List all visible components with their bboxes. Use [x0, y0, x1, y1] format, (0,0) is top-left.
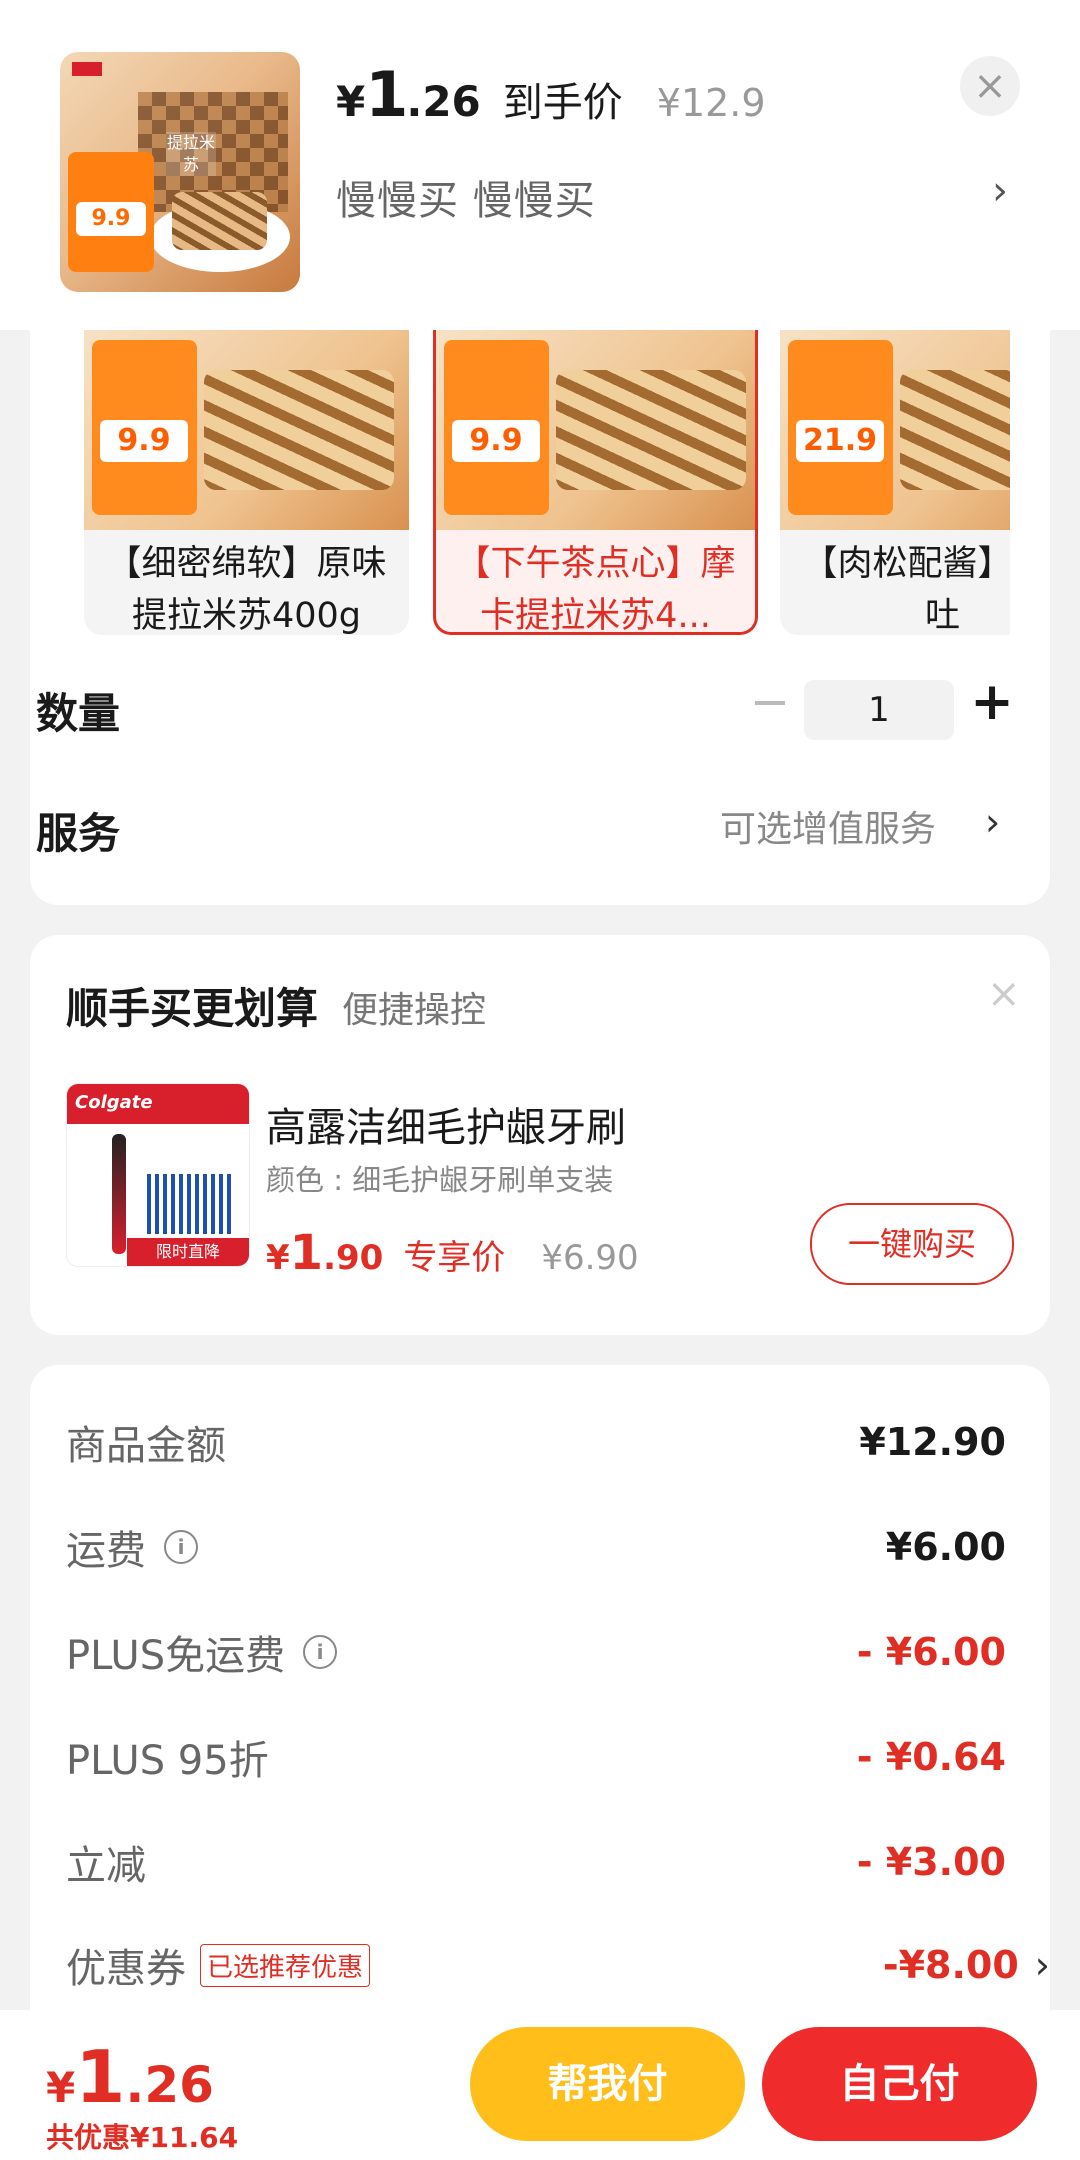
- summary-row: PLUS免运费 i - ¥6.00: [66, 1617, 1006, 1687]
- coupon-row[interactable]: 优惠券 已选推荐优惠 -¥8.00 ›: [66, 1930, 1050, 2000]
- quantity-input[interactable]: 1: [804, 680, 954, 740]
- toothbrush-image: [112, 1134, 126, 1254]
- price-summary-card: 商品金额 ¥12.90 运费 i ¥6.00 PLUS免运费 i - ¥6.00 P…: [30, 1365, 1050, 2015]
- variant-title: 【下午茶点心】摩卡提拉米苏4...: [455, 544, 736, 635]
- bristle-image: [147, 1174, 232, 1234]
- summary-value: ¥12.90: [859, 1420, 1006, 1464]
- summary-label: PLUS 95折: [66, 1738, 269, 1784]
- chevron-right-icon[interactable]: ›: [992, 168, 1008, 214]
- upsell-product-image[interactable]: Colgate 限时直降: [66, 1083, 250, 1267]
- price-integer: 1: [289, 1225, 324, 1281]
- brand-logo: [72, 62, 102, 76]
- variant-promo-price: 9.9: [100, 420, 188, 462]
- upsell-product-name[interactable]: 高露洁细毛护龈牙刷: [266, 1095, 626, 1153]
- variant-title: 【肉松配酱】肉松吐: [802, 544, 1010, 635]
- upsell-subtitle: 便捷操控: [342, 990, 487, 1031]
- info-icon[interactable]: i: [164, 1530, 198, 1564]
- summary-value: - ¥3.00: [856, 1840, 1006, 1884]
- original-price: ¥12.9: [656, 81, 766, 125]
- upsell-product-spec: 颜色 : 细毛护龈牙刷单支装: [266, 1163, 614, 1197]
- variant-image: 21.9: [780, 330, 1010, 530]
- total-savings: 共优惠¥11.64: [46, 2121, 239, 2154]
- one-click-buy-button[interactable]: 一键购买: [810, 1203, 1014, 1285]
- service-value[interactable]: 可选增值服务: [720, 800, 936, 852]
- variant-promo-price: 9.9: [452, 420, 540, 462]
- cake-image: [556, 370, 746, 490]
- currency-symbol: ¥: [336, 77, 366, 126]
- quantity-label: 数量: [36, 688, 121, 738]
- variant-image: 9.9: [84, 330, 409, 530]
- info-icon[interactable]: i: [303, 1635, 338, 1669]
- brand-logo: Colgate: [75, 1092, 153, 1113]
- upsell-title: 顺手买更划算: [66, 984, 319, 1033]
- variant-image: 9.9: [436, 330, 755, 530]
- price-decimal: .26: [406, 77, 481, 126]
- promo-price: 9.9: [76, 202, 146, 236]
- summary-value: - ¥6.00: [856, 1630, 1006, 1674]
- total-price: ¥ 1 .26: [46, 2035, 214, 2119]
- product-thumbnail: 提拉米苏 9.9: [60, 52, 300, 292]
- price-integer: 1: [75, 2035, 126, 2119]
- close-icon[interactable]: ×: [987, 971, 1021, 1017]
- variant-promo-tag: 9.9: [444, 340, 549, 515]
- variant-option[interactable]: 21.9 【肉松配酱】肉松吐: [780, 330, 1010, 635]
- variant-title: 【细密绵软】原味提拉米苏400g: [106, 544, 387, 635]
- summary-label: 优惠券: [66, 1946, 186, 1992]
- quantity-decrease-button[interactable]: −: [742, 674, 798, 730]
- summary-label: 商品金额: [66, 1423, 226, 1469]
- final-price-row: ¥ 1 .26 到手价 ¥12.9: [336, 58, 766, 131]
- quantity-increase-button[interactable]: +: [960, 674, 1024, 730]
- upsell-card: 顺手买更划算 便捷操控 × Colgate 限时直降 高露洁细毛护龈牙刷 颜色 …: [30, 935, 1050, 1335]
- chevron-right-icon[interactable]: ›: [1035, 1943, 1050, 1987]
- close-button[interactable]: ×: [960, 56, 1020, 116]
- variant-promo-price: 21.9: [796, 420, 884, 462]
- summary-value: ¥6.00: [885, 1525, 1006, 1569]
- thumb-title: 提拉米苏: [166, 132, 216, 176]
- upsell-price: ¥ 1 .90 专享价 ¥6.90: [266, 1225, 639, 1281]
- product-subtitle[interactable]: 慢慢买 慢慢买: [336, 168, 596, 226]
- price-label: 到手价: [502, 80, 623, 126]
- summary-label: 运费: [66, 1528, 146, 1574]
- summary-row: PLUS 95折 - ¥0.64: [66, 1722, 1006, 1792]
- summary-value: - ¥0.64: [856, 1735, 1006, 1779]
- currency-symbol: ¥: [46, 2063, 76, 2112]
- price-decimal: .90: [323, 1238, 384, 1278]
- summary-value: -¥8.00: [882, 1943, 1019, 1987]
- service-label: 服务: [36, 808, 121, 858]
- variant-promo-tag: 9.9: [92, 340, 197, 515]
- image-badge: 限时直降: [127, 1238, 249, 1266]
- summary-row: 立减 - ¥3.00: [66, 1827, 1006, 1897]
- cake-image: [900, 370, 1010, 490]
- chevron-right-icon[interactable]: ›: [985, 800, 1000, 844]
- price-integer: 1: [365, 58, 408, 131]
- promo-tag: 9.9: [68, 152, 154, 272]
- variant-list[interactable]: 9.9 【细密绵软】原味提拉米苏400g 9.9 【下午茶点心】摩卡提拉米苏4.…: [30, 330, 1010, 640]
- summary-label-wrap: 运费 i: [66, 1518, 198, 1576]
- price-decimal: .26: [125, 2056, 214, 2114]
- price-label: 专享价: [403, 1238, 506, 1278]
- cake-image: [204, 370, 394, 490]
- summary-label-wrap: 优惠券 已选推荐优惠: [66, 1936, 371, 1994]
- cake-image: [172, 192, 267, 250]
- original-price: ¥6.90: [541, 1238, 639, 1278]
- summary-row: 运费 i ¥6.00: [66, 1512, 1006, 1582]
- coupon-tag: 已选推荐优惠: [200, 1943, 371, 1987]
- help-me-pay-button[interactable]: 帮我付: [470, 2027, 745, 2141]
- summary-value-wrap: -¥8.00 ›: [883, 1943, 1050, 1987]
- variant-option[interactable]: 9.9 【细密绵软】原味提拉米苏400g: [84, 330, 409, 635]
- summary-label: 立减: [66, 1843, 146, 1889]
- variant-promo-tag: 21.9: [788, 340, 893, 515]
- summary-row: 商品金额 ¥12.90: [66, 1407, 1006, 1477]
- pay-myself-button[interactable]: 自己付: [762, 2027, 1037, 2141]
- variant-option-selected[interactable]: 9.9 【下午茶点心】摩卡提拉米苏4...: [433, 330, 758, 635]
- summary-label: PLUS免运费: [66, 1633, 286, 1679]
- currency-symbol: ¥: [266, 1238, 290, 1278]
- summary-label-wrap: PLUS免运费 i: [66, 1623, 338, 1681]
